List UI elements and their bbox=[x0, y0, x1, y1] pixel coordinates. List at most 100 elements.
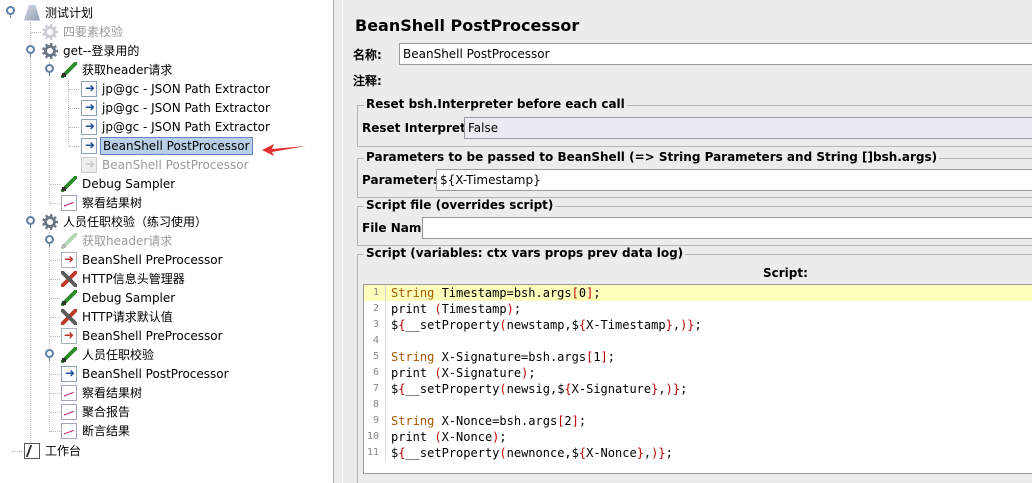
name-label: 名称: bbox=[353, 47, 382, 62]
tree-node-label: HTTP请求默认值 bbox=[82, 309, 173, 324]
expand-toggle[interactable] bbox=[45, 349, 54, 361]
tree-node-label: 人员任职校验 bbox=[82, 347, 155, 362]
collapse-toggle[interactable] bbox=[26, 216, 35, 228]
tree-node-debug-sampler-2[interactable]: Debug Sampler bbox=[61, 288, 177, 307]
test-plan-icon bbox=[24, 4, 40, 21]
name-row: 名称: BeanShell PostProcessor bbox=[353, 43, 1032, 65]
tree-node-json-extractor-1[interactable]: jp@gc - JSON Path Extractor bbox=[81, 79, 272, 98]
tree-connector bbox=[69, 146, 79, 147]
sampler-icon bbox=[61, 232, 77, 249]
element-editor-panel: BeanShell PostProcessor 名称: BeanShell Po… bbox=[342, 0, 1032, 483]
script-file-group-title: Script file (overrides script) bbox=[364, 198, 556, 212]
file-name-field[interactable] bbox=[422, 217, 1032, 239]
script-line[interactable]: 4 bbox=[364, 333, 1032, 349]
sampler-icon bbox=[61, 61, 77, 78]
name-field[interactable]: BeanShell PostProcessor bbox=[399, 43, 1032, 65]
post-processor-icon bbox=[81, 80, 97, 97]
collapse-toggle[interactable] bbox=[45, 235, 54, 247]
tree-node-element-check[interactable]: 四要素校验 bbox=[42, 22, 125, 41]
test-plan-tree[interactable]: 测试计划 四要素校验 get--登录用的 获取header请求 jp@gc - … bbox=[0, 0, 334, 483]
parameters-group-title: Parameters to be passed to BeanShell (=>… bbox=[364, 150, 940, 164]
post-processor-icon bbox=[61, 365, 77, 382]
tree-node-assertion-results[interactable]: 断言结果 bbox=[61, 421, 132, 440]
line-number: 9 bbox=[364, 413, 386, 429]
script-line[interactable]: 7 ${__setProperty(newsig,${X-Signature},)… bbox=[364, 381, 1032, 397]
tree-node-http-defaults[interactable]: HTTP请求默认值 bbox=[61, 307, 175, 326]
tree-node-label: Debug Sampler bbox=[82, 290, 176, 305]
tree-node-label: 人员任职校验（练习使用） bbox=[63, 214, 208, 229]
file-name-label: File Name: bbox=[362, 221, 435, 235]
reset-interpreter-select[interactable]: False bbox=[464, 117, 1032, 139]
listener-icon bbox=[61, 403, 77, 420]
line-number: 5 bbox=[364, 349, 386, 365]
tree-node-http-header-manager[interactable]: HTTP信息头管理器 bbox=[61, 269, 187, 288]
script-line[interactable]: 9 String X-Nonce=bsh.args[2]; bbox=[364, 413, 1032, 429]
tree-node-beanshell-pre-2[interactable]: BeanShell PreProcessor bbox=[61, 326, 225, 345]
tree-node-beanshell-post-disabled[interactable]: BeanShell PostProcessor bbox=[81, 155, 251, 174]
line-number: 8 bbox=[364, 397, 386, 413]
tree-node-beanshell-post-2[interactable]: BeanShell PostProcessor bbox=[61, 364, 231, 383]
tree-connector bbox=[49, 62, 50, 204]
post-processor-icon bbox=[81, 99, 97, 116]
tree-node-view-results-1[interactable]: 察看结果树 bbox=[61, 193, 144, 212]
tree-node-json-extractor-3[interactable]: jp@gc - JSON Path Extractor bbox=[81, 117, 272, 136]
reset-row: Reset Interpreter: False bbox=[362, 117, 1032, 139]
tree-node-label: jp@gc - JSON Path Extractor bbox=[102, 81, 270, 96]
tree-node-employment-check[interactable]: 人员任职校验 bbox=[61, 345, 156, 364]
tree-node-get-header[interactable]: 获取header请求 bbox=[61, 60, 174, 79]
tree-node-label: get--登录用的 bbox=[63, 43, 140, 58]
tree-node-beanshell-pre-1[interactable]: BeanShell PreProcessor bbox=[61, 250, 225, 269]
tree-node-label: BeanShell PreProcessor bbox=[82, 252, 223, 267]
reset-interpreter-group: Reset bsh.Interpreter before each call R… bbox=[357, 97, 1032, 147]
script-group-title: Script (variables: ctx vars props prev d… bbox=[364, 246, 686, 260]
script-line[interactable]: 8 bbox=[364, 397, 1032, 413]
red-arrow-annotation bbox=[262, 144, 306, 156]
collapse-toggle[interactable] bbox=[6, 6, 15, 18]
line-code: ${__setProperty(newstamp,${X-Timestamp},… bbox=[391, 318, 702, 332]
tree-node-label: 获取header请求 bbox=[82, 62, 173, 77]
file-name-row: File Name: bbox=[362, 217, 1032, 239]
reset-label: Reset Interpreter: bbox=[362, 121, 485, 135]
tree-node-label: 断言结果 bbox=[82, 423, 131, 438]
thread-group-icon bbox=[42, 213, 58, 230]
tree-connector bbox=[31, 32, 41, 33]
tree-node-debug-sampler-1[interactable]: Debug Sampler bbox=[61, 174, 177, 193]
tree-node-workbench[interactable]: 工作台 bbox=[24, 441, 83, 460]
tree-node-get-header-disabled[interactable]: 获取header请求 bbox=[61, 231, 174, 250]
tree-node-aggregate-report[interactable]: 聚合报告 bbox=[61, 402, 132, 421]
listener-icon bbox=[61, 422, 77, 439]
tree-node-label: BeanShell PostProcessor bbox=[100, 136, 253, 155]
parameters-group: Parameters to be passed to BeanShell (=>… bbox=[357, 150, 1032, 198]
sampler-icon bbox=[61, 289, 77, 306]
tree-node-employment-group[interactable]: 人员任职校验（练习使用） bbox=[42, 212, 209, 231]
script-line[interactable]: 10 print (X-Nonce); bbox=[364, 429, 1032, 445]
line-code: String X-Signature=bsh.args[1]; bbox=[391, 350, 616, 364]
comment-field[interactable] bbox=[399, 69, 1032, 91]
script-line[interactable]: 6 print (X-Signature); bbox=[364, 365, 1032, 381]
tree-node-label: 察看结果树 bbox=[82, 195, 143, 210]
collapse-toggle[interactable] bbox=[45, 64, 54, 76]
sampler-icon bbox=[61, 175, 77, 192]
tree-connector bbox=[50, 431, 60, 432]
script-line[interactable]: 1 String Timestamp=bsh.args[0]; bbox=[364, 285, 1032, 301]
script-editor[interactable]: 1 String Timestamp=bsh.args[0]; 2 print (Ti… bbox=[363, 284, 1032, 474]
pre-processor-icon bbox=[61, 327, 77, 344]
tree-node-json-extractor-2[interactable]: jp@gc - JSON Path Extractor bbox=[81, 98, 272, 117]
tree-node-beanshell-post-selected[interactable]: BeanShell PostProcessor bbox=[81, 136, 253, 155]
tree-node-login-group[interactable]: get--登录用的 bbox=[42, 41, 141, 60]
collapse-toggle[interactable] bbox=[26, 45, 35, 57]
script-line[interactable]: 2 print (Timestamp); bbox=[364, 301, 1032, 317]
script-line[interactable]: 11 ${__setProperty(newnonce,${X-Nonce},)}… bbox=[364, 445, 1032, 461]
tree-connector bbox=[50, 298, 60, 299]
line-number: 2 bbox=[364, 301, 386, 317]
script-line[interactable]: 5 String X-Signature=bsh.args[1]; bbox=[364, 349, 1032, 365]
tree-node-view-results-2[interactable]: 察看结果树 bbox=[61, 383, 144, 402]
script-line[interactable]: 3 ${__setProperty(newstamp,${X-Timestamp}… bbox=[364, 317, 1032, 333]
tree-connector bbox=[50, 412, 60, 413]
tree-node-label: BeanShell PreProcessor bbox=[82, 328, 223, 343]
reset-group-title: Reset bsh.Interpreter before each call bbox=[364, 97, 627, 111]
tree-node-label: BeanShell PostProcessor bbox=[102, 157, 249, 172]
tree-node-label: jp@gc - JSON Path Extractor bbox=[102, 100, 270, 115]
parameters-field[interactable]: ${X-Timestamp} bbox=[436, 169, 1032, 191]
tree-node-test-plan[interactable]: 测试计划 bbox=[24, 3, 95, 22]
